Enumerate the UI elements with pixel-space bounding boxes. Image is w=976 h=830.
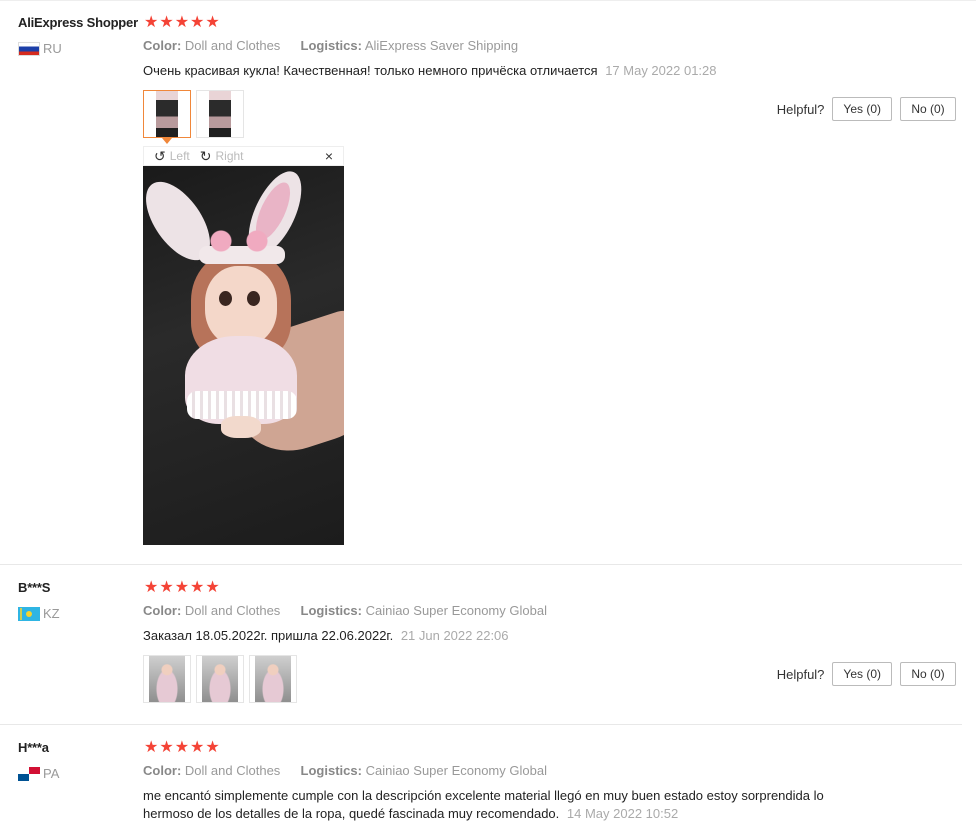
color-label: Color: [143, 763, 182, 778]
reviewer-name: AliExpress Shopper [18, 15, 138, 30]
star-icon: ★ [144, 14, 159, 31]
review-thumbnail[interactable] [143, 655, 191, 703]
flag-ru-icon [18, 41, 40, 56]
logistics-value: AliExpress Saver Shipping [364, 38, 519, 53]
review-item-2: B***S KZ ★ ★ ★ ★ ★ Color: Doll and Cloth… [0, 565, 976, 725]
country-code: KZ [43, 606, 60, 621]
reviewer-country: PA [18, 766, 59, 781]
logistics-label: Logistics: [300, 38, 362, 53]
star-icon: ★ [205, 579, 220, 596]
rotate-left-icon: ↺ [154, 148, 166, 164]
review-item-1: AliExpress Shopper RU ★ ★ ★ ★ ★ Color: D… [0, 0, 976, 565]
color-value: Doll and Clothes [184, 38, 281, 53]
star-icon: ★ [205, 14, 220, 31]
review-date: 17 May 2022 01:28 [605, 63, 717, 78]
sku-info: Color: Doll and Clothes Logistics: AliEx… [143, 38, 518, 53]
review-text: Очень красивая кукла! Качественная! толь… [143, 62, 717, 80]
review-item-3: H***a PA ★ ★ ★ ★ ★ Color: Doll and Cloth… [0, 725, 976, 830]
helpful-yes-button[interactable]: Yes (0) [832, 662, 892, 686]
star-icon: ★ [190, 14, 205, 31]
star-icon: ★ [159, 579, 174, 596]
color-label: Color: [143, 603, 182, 618]
reviewer-name: H***a [18, 740, 49, 755]
rotate-right-label: Right [215, 149, 244, 163]
sku-info: Color: Doll and Clothes Logistics: Caini… [143, 603, 547, 618]
logistics-label: Logistics: [300, 603, 362, 618]
star-icon: ★ [159, 739, 174, 756]
logistics-value: Cainiao Super Economy Global [365, 603, 547, 618]
sku-info: Color: Doll and Clothes Logistics: Caini… [143, 763, 547, 778]
star-icon: ★ [144, 739, 159, 756]
review-thumbnail[interactable] [249, 655, 297, 703]
helpful-no-button[interactable]: No (0) [900, 662, 956, 686]
logistics-label: Logistics: [300, 763, 362, 778]
review-photo-large [143, 166, 344, 545]
rotate-right-icon: ↻ [199, 148, 212, 164]
color-value: Doll and Clothes [184, 763, 281, 778]
reviewer-name: B***S [18, 580, 51, 595]
reviewer-country: RU [18, 41, 62, 56]
helpful-votes: Helpful? Yes (0) No (0) [777, 662, 956, 686]
review-date: 14 May 2022 10:52 [566, 806, 679, 821]
review-content-line: hermoso de los detalles de la ropa, qued… [143, 805, 903, 823]
flag-pa-icon [18, 766, 40, 781]
star-rating: ★ ★ ★ ★ ★ [144, 580, 220, 596]
review-thumbnail[interactable] [196, 655, 244, 703]
review-date: 21 Jun 2022 22:06 [400, 628, 509, 643]
helpful-votes: Helpful? Yes (0) No (0) [777, 97, 956, 121]
star-rating: ★ ★ ★ ★ ★ [144, 740, 220, 756]
star-icon: ★ [144, 579, 159, 596]
star-icon: ★ [190, 579, 205, 596]
image-viewer: ↺ Left ↻ Right × [143, 146, 344, 545]
review-content: Очень красивая кукла! Качественная! толь… [143, 63, 598, 78]
rotate-left-label: Left [169, 149, 190, 163]
star-rating: ★ ★ ★ ★ ★ [144, 15, 220, 31]
star-icon: ★ [174, 739, 190, 756]
star-icon: ★ [174, 579, 190, 596]
star-icon: ★ [190, 739, 205, 756]
country-code: PA [43, 766, 60, 781]
close-icon[interactable]: × [325, 148, 333, 164]
helpful-label: Helpful? [776, 666, 825, 682]
review-thumbnail[interactable] [143, 90, 191, 144]
flag-kz-icon [18, 606, 40, 621]
review-content-line: me encantó simplemente cumple con la des… [143, 788, 824, 803]
review-images [143, 655, 297, 703]
review-content: Заказал 18.05.2022г. пришла 22.06.2022г. [143, 628, 394, 643]
rotate-right-button[interactable]: ↻ Right [200, 149, 244, 163]
rotate-left-button[interactable]: ↺ Left [154, 149, 190, 163]
reviewer-country: KZ [18, 606, 60, 621]
review-text: me encantó simplemente cumple con la des… [143, 787, 903, 823]
review-images [143, 90, 244, 144]
helpful-yes-button[interactable]: Yes (0) [832, 97, 892, 121]
review-content-line-2: hermoso de los detalles de la ropa, qued… [143, 806, 560, 821]
country-code: RU [43, 41, 62, 56]
review-text: Заказал 18.05.2022г. пришла 22.06.2022г.… [143, 627, 509, 645]
color-value: Doll and Clothes [184, 603, 281, 618]
star-icon: ★ [174, 14, 190, 31]
review-thumbnail[interactable] [196, 90, 244, 138]
star-icon: ★ [205, 739, 220, 756]
image-viewer-toolbar: ↺ Left ↻ Right × [143, 146, 344, 166]
logistics-value: Cainiao Super Economy Global [365, 763, 547, 778]
helpful-no-button[interactable]: No (0) [900, 97, 956, 121]
star-icon: ★ [159, 14, 174, 31]
helpful-label: Helpful? [776, 101, 825, 117]
color-label: Color: [143, 38, 182, 53]
